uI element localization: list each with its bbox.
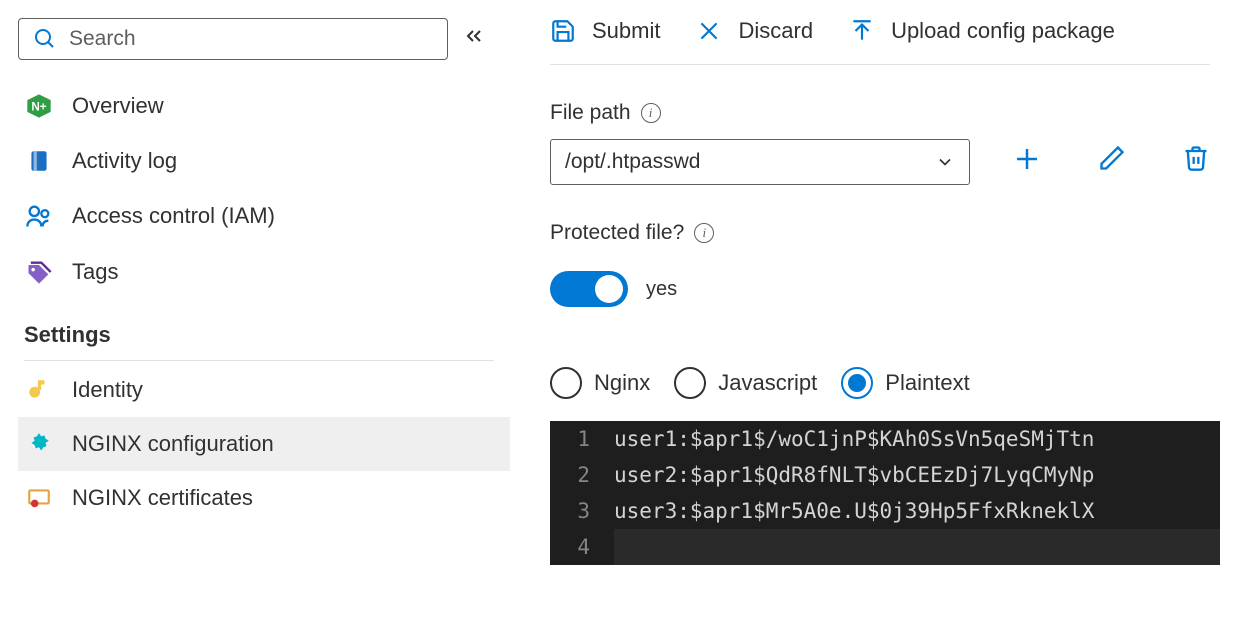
- sidebar-item-label: Tags: [72, 259, 118, 285]
- sidebar-item-label: Overview: [72, 93, 164, 119]
- protected-toggle[interactable]: [550, 271, 628, 307]
- line-number: 3: [550, 493, 614, 529]
- chevron-down-icon: [935, 152, 955, 172]
- syntax-radio-group: Nginx Javascript Plaintext: [550, 367, 1234, 399]
- code-line: [614, 529, 1220, 565]
- svg-text:N+: N+: [31, 101, 46, 114]
- trash-icon: [1182, 144, 1210, 172]
- line-number: 1: [550, 421, 614, 457]
- toolbar: Submit Discard Upload config package: [550, 18, 1210, 65]
- radio-icon: [841, 367, 873, 399]
- toolbar-label: Upload config package: [891, 18, 1115, 44]
- line-number: 4: [550, 529, 614, 565]
- gear-icon: [24, 431, 54, 457]
- delete-file-button[interactable]: [1182, 144, 1210, 180]
- file-path-label: File path i: [550, 101, 1234, 125]
- sidebar: Search N+ Overview Activity log Access c…: [0, 0, 510, 618]
- code-line: user2:$apr1$QdR8fNLT$vbCEEzDj7LyqCMyNp: [614, 457, 1220, 493]
- syntax-option-javascript[interactable]: Javascript: [674, 367, 817, 399]
- collapse-sidebar-button[interactable]: [462, 24, 486, 54]
- radio-label: Plaintext: [885, 370, 969, 396]
- sidebar-item-label: Activity log: [72, 148, 177, 174]
- protected-file-label: Protected file? i: [550, 221, 1234, 245]
- sidebar-item-label: Access control (IAM): [72, 203, 275, 229]
- upload-config-button[interactable]: Upload config package: [849, 18, 1115, 44]
- info-icon[interactable]: i: [641, 103, 661, 123]
- certificate-icon: [24, 485, 54, 511]
- main-panel: Submit Discard Upload config package Fil…: [510, 0, 1234, 618]
- sidebar-item-identity[interactable]: Identity: [18, 363, 510, 417]
- radio-icon: [550, 367, 582, 399]
- nginx-icon: N+: [24, 92, 54, 120]
- save-icon: [550, 18, 576, 44]
- code-editor[interactable]: 1user1:$apr1$/woC1jnP$KAh0SsVn5qeSMjTtn …: [550, 421, 1220, 565]
- radio-label: Nginx: [594, 370, 650, 396]
- sidebar-item-label: NGINX certificates: [72, 485, 253, 511]
- radio-label: Javascript: [718, 370, 817, 396]
- sidebar-item-access-control[interactable]: Access control (IAM): [18, 188, 510, 244]
- file-actions: [1012, 144, 1210, 180]
- add-file-button[interactable]: [1012, 144, 1042, 180]
- search-row: Search: [18, 18, 510, 60]
- search-icon: [33, 27, 57, 51]
- edit-file-button[interactable]: [1098, 144, 1126, 180]
- line-number: 2: [550, 457, 614, 493]
- toolbar-label: Submit: [592, 18, 660, 44]
- protected-toggle-row: yes: [550, 271, 1234, 307]
- code-line: user1:$apr1$/woC1jnP$KAh0SsVn5qeSMjTtn: [614, 421, 1220, 457]
- sidebar-item-nginx-configuration[interactable]: NGINX configuration: [18, 417, 510, 471]
- chevron-double-left-icon: [462, 24, 486, 48]
- search-placeholder: Search: [69, 27, 136, 51]
- sidebar-item-label: Identity: [72, 377, 143, 403]
- people-icon: [24, 202, 54, 230]
- upload-icon: [849, 18, 875, 44]
- code-line: user3:$apr1$Mr5A0e.U$0j39Hp5FfxRkneklX: [614, 493, 1220, 529]
- notebook-icon: [24, 148, 54, 174]
- submit-button[interactable]: Submit: [550, 18, 660, 44]
- file-path-row: /opt/.htpasswd: [550, 139, 1234, 185]
- tag-icon: [24, 258, 54, 286]
- toggle-knob: [595, 275, 623, 303]
- key-icon: [24, 377, 54, 403]
- protected-value-label: yes: [646, 278, 677, 301]
- file-path-value: /opt/.htpasswd: [565, 150, 700, 174]
- close-icon: [696, 18, 722, 44]
- sidebar-item-label: NGINX configuration: [72, 431, 274, 457]
- protected-label-text: Protected file?: [550, 221, 684, 245]
- radio-icon: [674, 367, 706, 399]
- sidebar-item-overview[interactable]: N+ Overview: [18, 78, 510, 134]
- syntax-option-nginx[interactable]: Nginx: [550, 367, 650, 399]
- search-input[interactable]: Search: [18, 18, 448, 60]
- file-path-label-text: File path: [550, 101, 631, 125]
- sidebar-item-activity-log[interactable]: Activity log: [18, 134, 510, 188]
- pencil-icon: [1098, 144, 1126, 172]
- info-icon[interactable]: i: [694, 223, 714, 243]
- sidebar-item-tags[interactable]: Tags: [18, 244, 510, 300]
- toolbar-label: Discard: [738, 18, 813, 44]
- settings-section-label: Settings: [24, 322, 494, 361]
- file-path-select[interactable]: /opt/.htpasswd: [550, 139, 970, 185]
- plus-icon: [1012, 144, 1042, 174]
- sidebar-item-nginx-certificates[interactable]: NGINX certificates: [18, 471, 510, 525]
- discard-button[interactable]: Discard: [696, 18, 813, 44]
- syntax-option-plaintext[interactable]: Plaintext: [841, 367, 969, 399]
